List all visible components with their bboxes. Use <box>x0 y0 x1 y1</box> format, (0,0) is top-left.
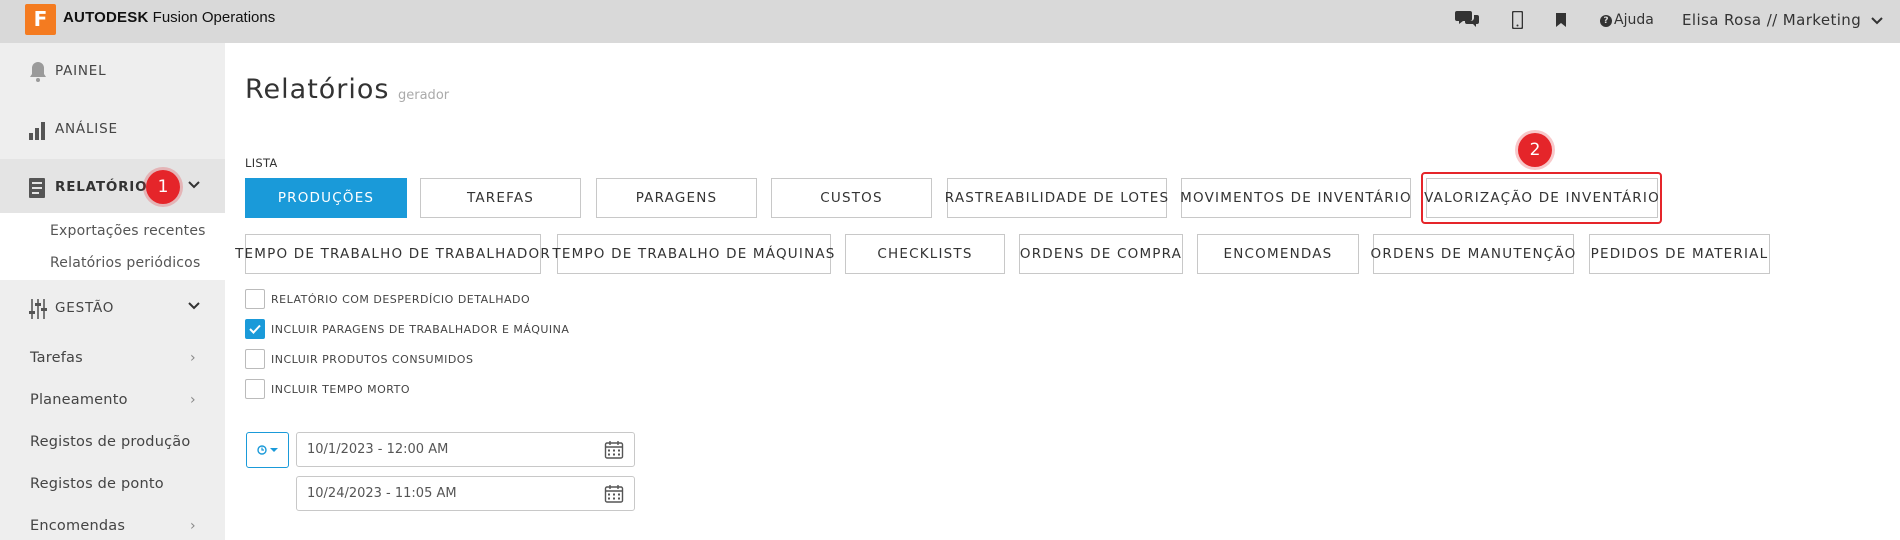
sidebar-item-planeamento[interactable]: Planeamento › <box>30 392 196 408</box>
caret-down-icon <box>270 448 278 452</box>
question-icon: ? <box>1600 15 1612 27</box>
checkbox[interactable] <box>245 289 265 309</box>
chevron-right-icon: › <box>190 518 196 534</box>
page-subtitle: gerador <box>398 88 450 103</box>
brand-name: AUTODESK Fusion Operations <box>63 9 275 26</box>
report-button-tempo-trabalhador[interactable]: TEMPO DE TRABALHO DE TRABALHADOR <box>235 234 550 274</box>
sidebar-item-label: Planeamento <box>30 392 128 408</box>
sidebar-item-tarefas[interactable]: Tarefas › <box>30 350 196 366</box>
end-date-input[interactable]: 10/24/2023 - 11:05 AM <box>296 476 635 511</box>
chevron-down-icon <box>1871 11 1883 29</box>
mobile-icon[interactable] <box>1512 11 1523 29</box>
sidebar-sub-exportacoes[interactable]: Exportações recentes <box>50 223 206 239</box>
chevron-down-icon <box>188 298 200 314</box>
report-button-rastreabilidade[interactable]: RASTREABILIDADE DE LOTES <box>945 178 1168 218</box>
report-button-custos[interactable]: CUSTOS <box>771 178 932 218</box>
bell-icon <box>30 62 46 82</box>
option-label: RELATÓRIO COM DESPERDÍCIO DETALHADO <box>271 292 531 306</box>
start-date-input[interactable]: 10/1/2023 - 12:00 AM <box>296 432 635 467</box>
sidebar-item-label: Registos de produção <box>30 434 191 450</box>
report-button-encomendas[interactable]: ENCOMENDAS <box>1197 234 1359 274</box>
brand-product: Fusion Operations <box>152 9 276 26</box>
sidebar-label-gestao: GESTÃO <box>55 300 115 316</box>
sidebar-item-registos-ponto[interactable]: Registos de ponto <box>30 476 164 492</box>
annotation-badge-2: 2 <box>1518 133 1552 167</box>
fusion-logo[interactable]: F <box>25 4 56 35</box>
list-label: LISTA <box>245 156 278 170</box>
calendar-icon[interactable] <box>604 440 624 460</box>
sidebar-item-registos-producao[interactable]: Registos de produção <box>30 434 190 450</box>
option-desperdicio[interactable]: RELATÓRIO COM DESPERDÍCIO DETALHADO <box>245 289 530 309</box>
sidebar: PAINEL ANÁLISE RELATÓRIOS Exportações re… <box>0 43 225 540</box>
calendar-icon[interactable] <box>604 484 624 504</box>
sidebar-label-analise: ANÁLISE <box>55 121 118 137</box>
chevron-right-icon: › <box>190 392 196 408</box>
report-button-ordens-compra[interactable]: ORDENS DE COMPRA <box>1019 234 1183 274</box>
option-paragens[interactable]: INCLUIR PARAGENS DE TRABALHADOR E MÁQUIN… <box>245 319 569 339</box>
start-date-value: 10/1/2023 - 12:00 AM <box>307 442 449 457</box>
bar-chart-icon <box>29 122 45 140</box>
brand-bold: AUTODESK <box>63 9 149 26</box>
option-label: INCLUIR TEMPO MORTO <box>271 382 410 396</box>
top-bar: F AUTODESK Fusion Operations ? Ajuda Elis… <box>0 0 1900 43</box>
end-date-value: 10/24/2023 - 11:05 AM <box>307 486 457 501</box>
chevron-down-icon <box>188 177 200 193</box>
report-button-ordens-manutencao[interactable]: ORDENS DE MANUTENÇÃO <box>1371 234 1575 274</box>
report-button-pedidos-material[interactable]: PEDIDOS DE MATERIAL <box>1589 234 1770 274</box>
user-label: Elisa Rosa // Marketing <box>1682 11 1862 29</box>
checkbox[interactable] <box>245 349 265 369</box>
checkbox[interactable] <box>245 379 265 399</box>
annotation-highlight-box <box>1421 172 1662 224</box>
sidebar-item-label: Registos de ponto <box>30 476 164 492</box>
report-button-paragens[interactable]: PARAGENS <box>596 178 757 218</box>
date-preset-dropdown[interactable] <box>246 432 289 468</box>
option-produtos-consumidos[interactable]: INCLUIR PRODUTOS CONSUMIDOS <box>245 349 473 369</box>
chevron-right-icon: › <box>190 350 196 366</box>
option-label: INCLUIR PRODUTOS CONSUMIDOS <box>271 352 474 366</box>
sidebar-item-painel[interactable]: PAINEL <box>0 43 225 101</box>
chat-icon[interactable] <box>1455 9 1479 29</box>
report-button-tarefas[interactable]: TAREFAS <box>420 178 581 218</box>
user-menu[interactable]: Elisa Rosa // Marketing <box>1682 11 1883 29</box>
option-tempo-morto[interactable]: INCLUIR TEMPO MORTO <box>245 379 410 399</box>
sidebar-label-relatorios: RELATÓRIOS <box>55 179 158 195</box>
clock-icon <box>257 445 267 455</box>
report-button-tempo-maquinas[interactable]: TEMPO DE TRABALHO DE MÁQUINAS <box>552 234 834 274</box>
sliders-icon <box>29 299 47 319</box>
page-title: Relatórios <box>245 74 390 105</box>
sidebar-item-label: Tarefas <box>30 350 83 366</box>
annotation-badge-1: 1 <box>146 170 180 204</box>
report-button-checklists[interactable]: CHECKLISTS <box>845 234 1005 274</box>
help-label: Ajuda <box>1614 12 1654 28</box>
option-label: INCLUIR PARAGENS DE TRABALHADOR E MÁQUIN… <box>271 322 570 336</box>
sidebar-sub-periodicos[interactable]: Relatórios periódicos <box>50 255 200 271</box>
report-button-movimentos[interactable]: MOVIMENTOS DE INVENTÁRIO <box>1180 178 1411 218</box>
help-link[interactable]: ? Ajuda <box>1600 12 1654 28</box>
sidebar-label-painel: PAINEL <box>55 63 107 79</box>
report-button-producoes[interactable]: PRODUÇÕES <box>245 178 407 218</box>
checkbox-checked[interactable] <box>245 319 265 339</box>
report-icon <box>29 178 45 198</box>
sidebar-item-label: Encomendas <box>30 518 126 534</box>
sidebar-item-gestao[interactable]: GESTÃO <box>0 280 225 338</box>
check-icon <box>249 324 261 334</box>
sidebar-item-encomendas[interactable]: Encomendas › <box>30 518 196 534</box>
bookmark-icon[interactable] <box>1556 13 1566 27</box>
sidebar-item-relatorios[interactable]: RELATÓRIOS <box>0 159 225 217</box>
sidebar-item-analise[interactable]: ANÁLISE <box>0 101 225 159</box>
